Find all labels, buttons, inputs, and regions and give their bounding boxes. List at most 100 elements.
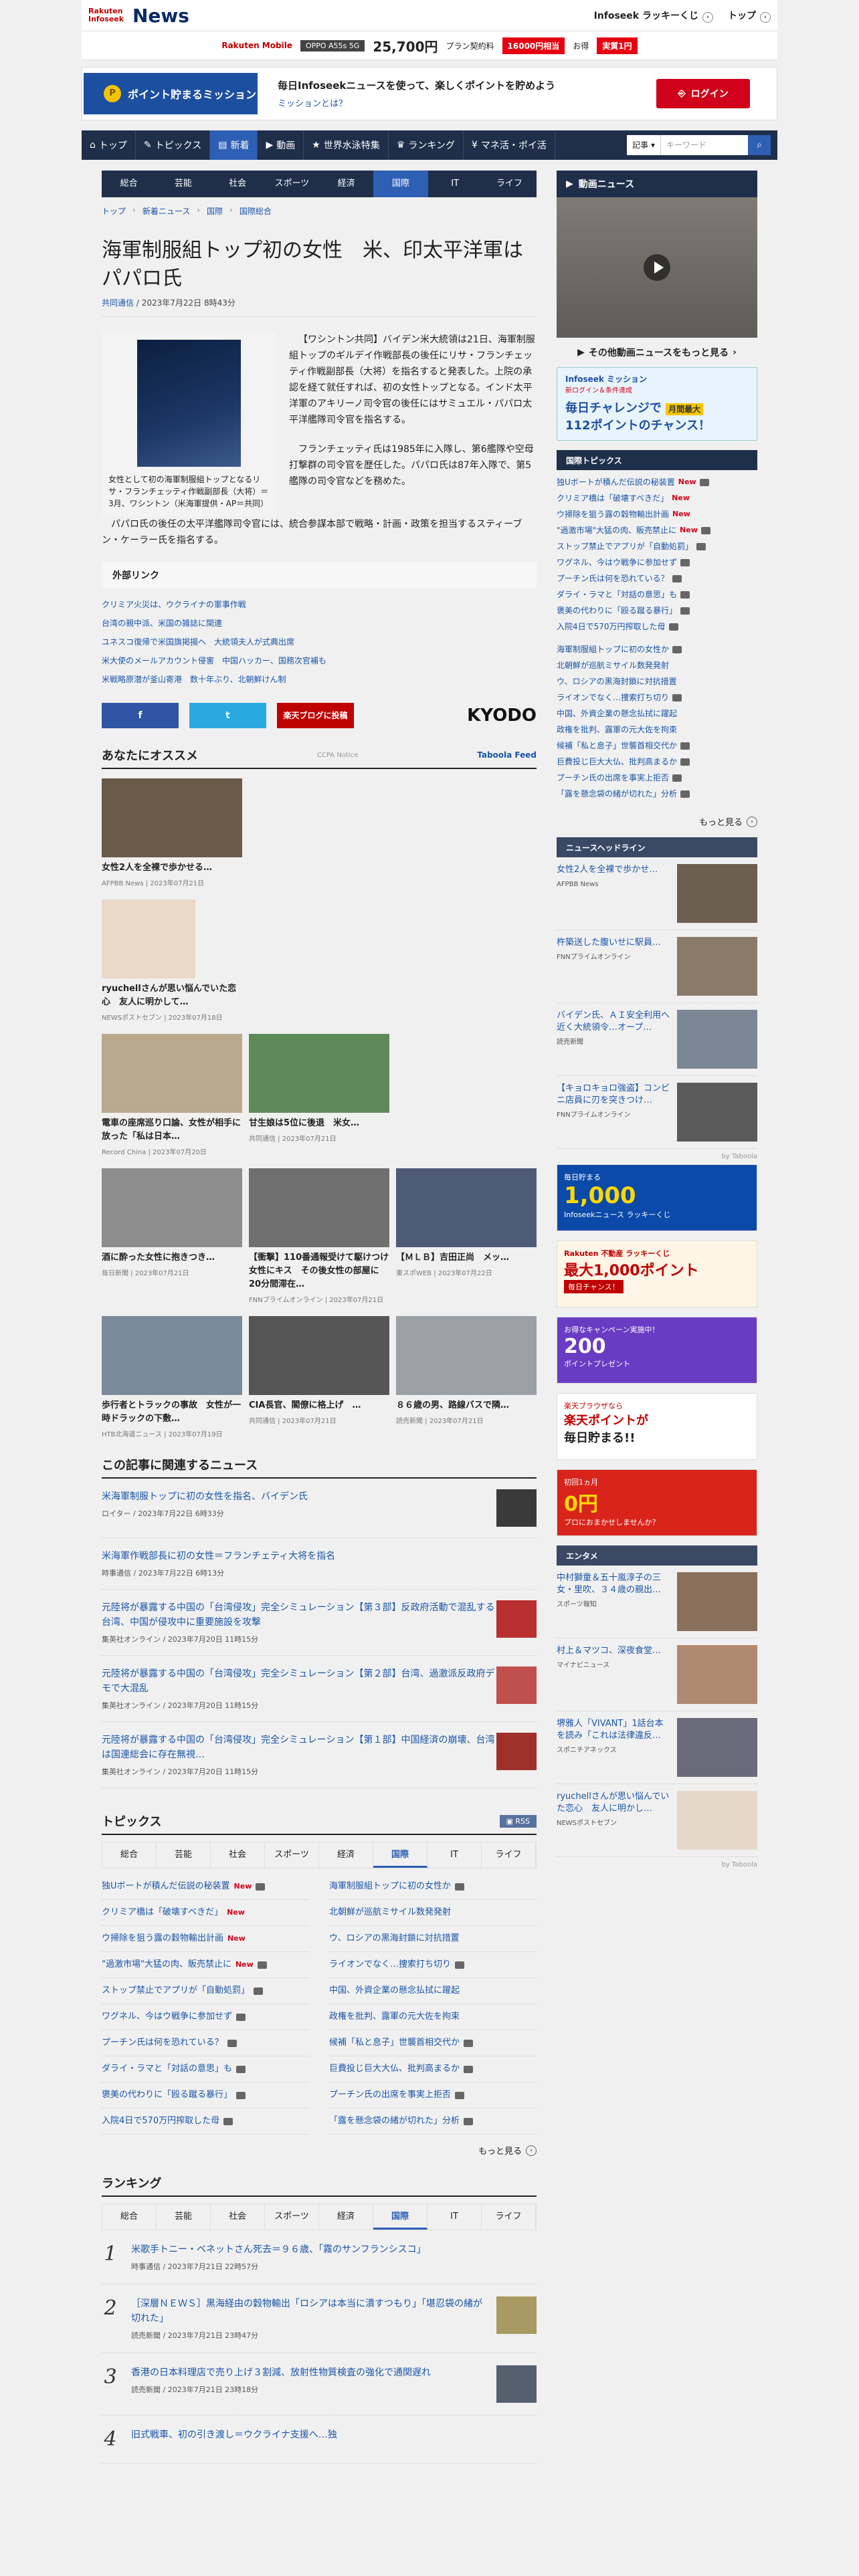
play-button-icon[interactable] (644, 254, 670, 281)
topic-item[interactable]: 入院4日で570万円搾取した母 (102, 2109, 309, 2135)
ranking-tab[interactable]: 芸能 (157, 2204, 211, 2230)
topic-item[interactable]: プーチン氏の出席を事実上拒否 (329, 2082, 537, 2109)
ent-item[interactable]: 中村獅童＆五十嵐淳子の三女・里吹、３４歳の親出… スポーツ報知 (557, 1566, 757, 1638)
related-item[interactable]: 元陸将が暴露する中国の「台湾侵攻」完全シミュレーション【第２部】台湾、過激派反政… (102, 1656, 537, 1722)
topic-item[interactable]: 候補「私と息子」世襲首相交代か (329, 2030, 537, 2056)
topics-more-link[interactable]: もっと見る › (102, 2135, 537, 2166)
ad-banner-top[interactable]: Rakuten Mobile OPPO A55s 5G 25,700円 プラン契… (82, 31, 777, 60)
intl-topic[interactable]: ライオンでなく…捜索打ち切り (557, 689, 757, 706)
topic-item[interactable]: ライオンでなく…捜索打ち切り (329, 1952, 537, 1978)
ranking-tab[interactable]: 国際 (373, 2204, 427, 2230)
video-player[interactable] (557, 197, 757, 338)
breadcrumb-intl-general[interactable]: 国際総合 (240, 205, 272, 217)
intl-topic[interactable]: プーチン氏の出席を事実上拒否 (557, 770, 757, 786)
external-link[interactable]: 台湾の親中派、米国の雑誌に関連 (102, 614, 537, 633)
topics-tab[interactable]: スポーツ (265, 1842, 319, 1868)
ent-item[interactable]: ryuchellさんが思い悩んでいた恋心 友人に明かし… NEWSポストセブン (557, 1784, 757, 1857)
topic-item[interactable]: 北朝鮮が巡航ミサイル数発発射 (329, 1900, 537, 1926)
nav-ranking[interactable]: ♛ ランキング (389, 130, 464, 160)
article-figure[interactable]: 女性として初の海軍制服組トップとなるリサ・フランチェッティ作戦副部長（大将）＝3… (102, 332, 276, 516)
ad-banner[interactable]: 毎日貯まる 1,000 Infoseekニュース ラッキーくじ (557, 1164, 757, 1231)
intl-topic[interactable]: "過激市場"大猛の肉、販売禁止に New (557, 522, 757, 538)
recommend-card[interactable]: 【衝撃】110番通報受けて駆けつけ女性にキス その後女性の部屋に20分間滞在… F… (249, 1168, 389, 1304)
topic-item[interactable]: ワグネル、今はウ戦争に参加せず (102, 2004, 309, 2030)
recommend-card[interactable]: 酒に酔った女性に抱きつき… 毎日新聞 | 2023年07月21日 (102, 1168, 242, 1304)
ad-banner[interactable]: 楽天ブラウザなら 楽天ポイントが 毎日貯まる!! (557, 1393, 757, 1460)
ranking-tab[interactable]: スポーツ (265, 2204, 319, 2230)
topic-item[interactable]: ストップ禁止でアプリが「自動処罰」 (102, 1978, 309, 2004)
nav-new[interactable]: ▤ 新着 (210, 130, 258, 160)
search-button[interactable]: ⌕ (748, 135, 771, 155)
subnav-sports[interactable]: スポーツ (265, 171, 319, 197)
external-link[interactable]: ユネスコ復帰で米国旗掲揚へ 大統領夫人が式典出席 (102, 633, 537, 651)
intl-topic[interactable]: 海軍制服組トップに初の女性か (557, 641, 757, 657)
related-item[interactable]: 元陸将が暴露する中国の「台湾侵攻」完全シミュレーション【第３部】反政府活動で混乱… (102, 1590, 537, 1656)
more-video-link[interactable]: ▶ その他動画ニュースをもっと見る › (557, 338, 757, 367)
ranking-tab[interactable]: 社会 (211, 2204, 265, 2230)
nav-topics[interactable]: ✎ トピックス (136, 130, 211, 160)
subnav-international[interactable]: 国際 (373, 171, 428, 197)
subnav-life[interactable]: ライフ (482, 171, 537, 197)
nav-money[interactable]: ¥ マネ活・ポイ活 (464, 130, 555, 160)
nav-swim[interactable]: ★ 世界水泳特集 (304, 130, 389, 160)
external-link[interactable]: 米大使のメールアカウント侵害 中国ハッカー、国務次官補も (102, 651, 537, 670)
headline-item[interactable]: バイデン氏、ＡＩ安全利用へ近く大統領令…オープ… 読売新聞 (557, 1003, 757, 1076)
topics-tab[interactable]: ライフ (482, 1842, 536, 1868)
ent-item[interactable]: 村上＆マツコ、深夜食堂… マイナビニュース (557, 1638, 757, 1711)
topic-item[interactable]: 巨費投じ巨大大仏、批判高まるか (329, 2056, 537, 2082)
topics-tab[interactable]: 経済 (319, 1842, 373, 1868)
recommend-card[interactable]: ryuchellさんが思い悩んでいた恋心 友人に明かして… NEWSポストセブン … (102, 899, 242, 1022)
ranking-tab[interactable]: IT (427, 2204, 482, 2230)
intl-topic[interactable]: 巨費投じ巨大大仏、批判高まるか (557, 754, 757, 770)
point-mission-button[interactable]: P ポイント貯まるミッション (84, 73, 258, 114)
intl-topic[interactable]: 北朝鮮が巡航ミサイル数発発射 (557, 657, 757, 673)
subnav-general[interactable]: 総合 (102, 171, 156, 197)
intl-topic[interactable]: ウ、ロシアの黒海封鎖に対抗措置 (557, 673, 757, 689)
topic-item[interactable]: 政権を批判、露軍の元大佐を拘束 (329, 2004, 537, 2030)
topic-item[interactable]: クリミア橋は「破壊すべきだ」 New (102, 1900, 309, 1926)
related-item[interactable]: 米海軍制服トップに初の女性を指名、バイデン氏 ロイター / 2023年7月22日 … (102, 1479, 537, 1538)
topic-item[interactable]: "過激市場"大猛の肉、販売禁止に New (102, 1952, 309, 1978)
intl-topic[interactable]: ワグネル、今はウ戦争に参加せず (557, 554, 757, 570)
headline-item[interactable]: 【キョロキョロ強盗】コンビニ店員に刃を突きつけ… FNNプライムオンライン (557, 1076, 757, 1149)
headline-item[interactable]: 杵築送した腹いせに駅員… FNNプライムオンライン (557, 930, 757, 1003)
mission-about-link[interactable]: ミッションとは？ (278, 96, 555, 109)
ranking-tab[interactable]: ライフ (482, 2204, 536, 2230)
ent-item[interactable]: 堺雅人「VIVANT」1話台本を読み「これは法律違反… スポニチアネックス (557, 1711, 757, 1784)
ranking-tab[interactable]: 経済 (319, 2204, 373, 2230)
ad-banner[interactable]: 初回1ヵ月 0円 プロにおまかせしませんか？ (557, 1469, 757, 1536)
intl-topic[interactable]: クリミア橋は「破壊すべきだ」 New (557, 490, 757, 506)
twitter-share-button[interactable]: t (189, 703, 266, 728)
search-type-select[interactable]: 記事 ▾ (627, 135, 661, 155)
topics-tab[interactable]: 国際 (373, 1842, 427, 1868)
ranking-item[interactable]: 1 米歌手トニー・ベネットさん死去＝９６歳、「霧のサンフランシスコ」 時事通信 / … (102, 2230, 537, 2284)
intl-topic[interactable]: 「露を懸念袋の緒が切れた」分析 (557, 786, 757, 802)
intl-topic[interactable]: 褒美の代わりに「殴る蹴る暴行」 (557, 603, 757, 619)
subnav-economy[interactable]: 経済 (319, 171, 373, 197)
related-item[interactable]: 米海軍作戦部長に初の女性＝フランチェティ大将を指名 時事通信 / 2023年7月2… (102, 1538, 537, 1590)
external-link[interactable]: 米戦略原潜が釜山寄港 数十年ぶり、北朝鮮けん制 (102, 670, 537, 689)
ranking-item[interactable]: 4 旧式戦車、初の引き渡し＝ウクライナ支援へ…独 (102, 2416, 537, 2464)
ranking-item[interactable]: 3 香港の日本料理店で売り上げ３割減、放射性物質検査の強化で通関遅れ 読売新聞 / … (102, 2353, 537, 2416)
facebook-share-button[interactable]: f (102, 703, 179, 728)
topic-item[interactable]: ウ掃除を狙う露の穀物輸出計画 New (102, 1926, 309, 1952)
search-input[interactable]: キーワード (661, 135, 748, 155)
intl-topic[interactable]: ストップ禁止でアプリが「自動処罰」 (557, 538, 757, 554)
topics-tab[interactable]: 総合 (102, 1842, 157, 1868)
breadcrumb-top[interactable]: トップ (102, 205, 126, 217)
taboola-credit[interactable]: by Taboola (557, 1857, 757, 1872)
recommend-card[interactable]: ８６歳の男、路線バスで隣… 読売新聞 | 2023年07月21日 (396, 1316, 537, 1438)
subnav-it[interactable]: IT (428, 171, 482, 197)
topic-item[interactable]: 海軍制服組トップに初の女性か (329, 1874, 537, 1900)
intl-topic[interactable]: プーチン氏は何を恐れている？ (557, 570, 757, 586)
intl-topic[interactable]: 政権を批判、露軍の元大佐を拘束 (557, 722, 757, 738)
headline-item[interactable]: 女性2人を全裸で歩かせ… AFPBB News (557, 857, 757, 930)
topic-item[interactable]: プーチン氏は何を恐れている？ (102, 2030, 309, 2056)
breadcrumb-intl[interactable]: 国際 (207, 205, 223, 217)
intl-topic[interactable]: ダライ・ラマと「対話の意思」も (557, 586, 757, 603)
subnav-entertainment[interactable]: 芸能 (156, 171, 210, 197)
topic-item[interactable]: 独Uボートが積んだ伝説の秘装置 New (102, 1874, 309, 1900)
breadcrumb-new[interactable]: 新着ニュース (142, 205, 190, 217)
subnav-society[interactable]: 社会 (211, 171, 265, 197)
taboola-credit[interactable]: by Taboola (557, 1149, 757, 1164)
